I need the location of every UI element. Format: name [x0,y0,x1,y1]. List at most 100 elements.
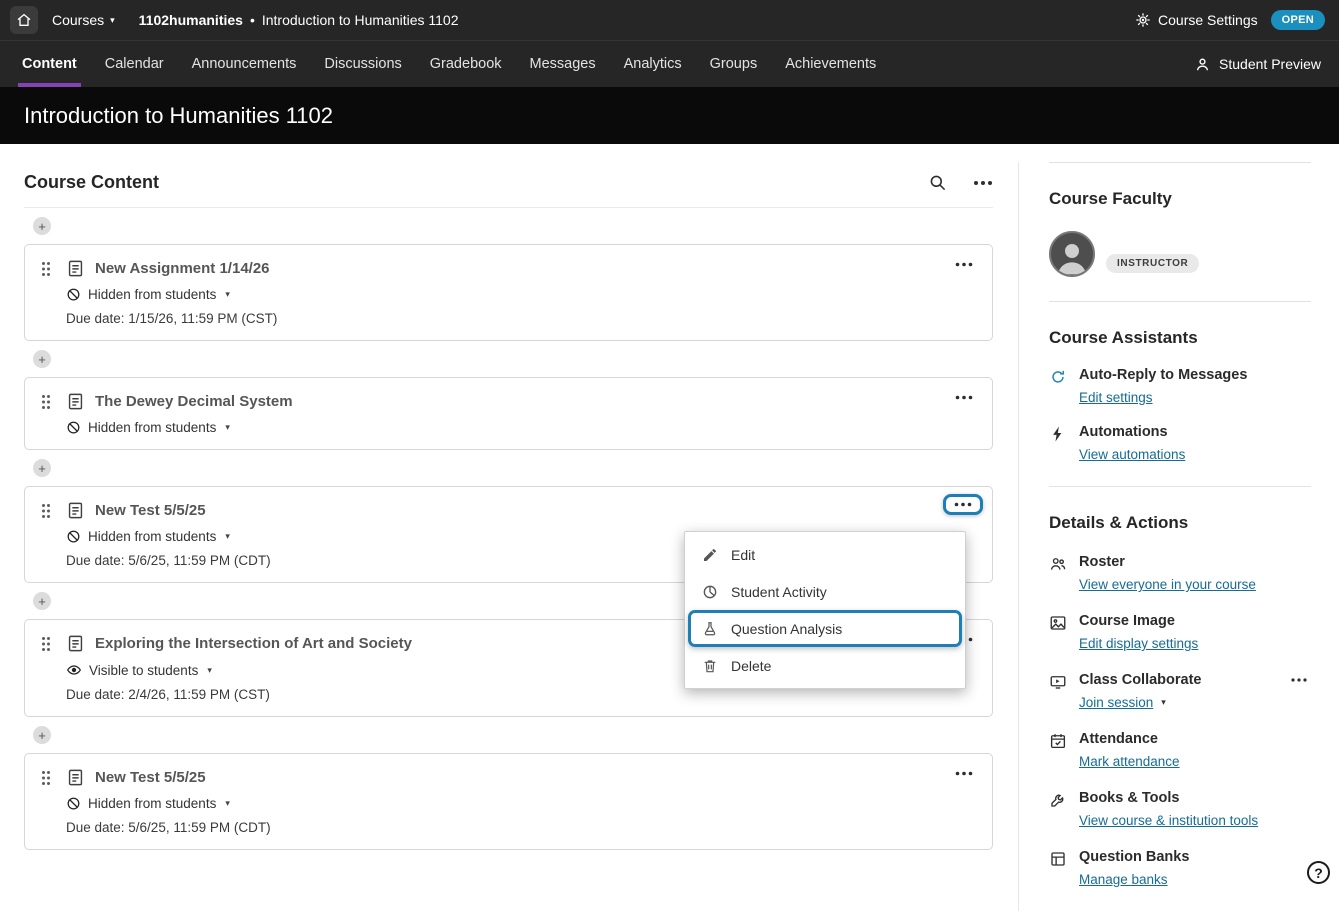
assistants-heading: Course Assistants [1049,328,1311,348]
course-content-column: Course Content + [24,144,993,911]
detail-entry-collaborate: Class Collaborate Join session ▾ [1049,672,1311,710]
student-preview-icon [1194,56,1211,73]
course-institution-tools-link[interactable]: View course & institution tools [1079,813,1258,828]
visibility-label: Hidden from students [88,287,216,302]
roster-link[interactable]: View everyone in your course [1079,577,1256,592]
chevron-down-icon: ▾ [225,798,230,809]
tab-gradebook[interactable]: Gradebook [416,41,516,87]
join-session-link[interactable]: Join session [1079,695,1153,710]
plus-icon: + [38,353,46,366]
chevron-down-icon: ▾ [207,665,212,676]
menu-item-label: Edit [731,547,755,563]
assistant-entry: Automations View automations [1049,424,1311,462]
add-content-button[interactable]: + [33,217,51,235]
add-content-button[interactable]: + [33,459,51,477]
tab-analytics[interactable]: Analytics [610,41,696,87]
top-bar: Courses ▾ 1102humanities • Introduction … [0,0,1339,40]
course-settings-label: Course Settings [1158,12,1258,28]
visibility-dropdown[interactable]: Hidden from students ▾ [66,796,976,811]
course-settings-button[interactable]: Course Settings [1135,12,1258,28]
item-options-button-selected[interactable] [943,494,983,515]
tab-messages[interactable]: Messages [516,41,610,87]
gear-icon [1135,12,1151,28]
courses-menu-button[interactable]: Courses ▾ [52,12,115,28]
tab-content[interactable]: Content [8,41,91,87]
student-preview-button[interactable]: Student Preview [1194,41,1331,87]
ellipsis-icon [955,771,973,776]
detail-title: Books & Tools [1079,790,1311,806]
lightning-icon [1049,424,1068,462]
menu-item-edit[interactable]: Edit [685,536,965,573]
mark-attendance-link[interactable]: Mark attendance [1079,754,1180,769]
add-content-button[interactable]: + [33,350,51,368]
detail-title: Attendance [1079,731,1311,747]
tab-discussions[interactable]: Discussions [310,41,415,87]
item-options-button[interactable] [950,390,978,405]
visibility-dropdown[interactable]: Hidden from students ▾ [66,287,976,302]
hidden-icon [66,420,81,435]
wrench-icon [1049,790,1068,828]
drag-handle-icon[interactable] [41,636,53,652]
search-button[interactable] [928,173,947,192]
edit-display-settings-link[interactable]: Edit display settings [1079,636,1198,651]
chevron-down-icon: ▾ [1161,698,1166,707]
tab-strip: Content Calendar Announcements Discussio… [8,41,890,87]
course-sidebar: Course Faculty INSTRUCTOR Course Assista… [1018,162,1315,911]
content-item-card: New Assignment 1/14/26 Hidden from stude… [24,244,993,341]
item-options-button[interactable] [950,257,978,272]
drag-handle-icon[interactable] [41,261,53,277]
document-icon [66,768,85,787]
home-button[interactable] [10,6,38,34]
manage-banks-link[interactable]: Manage banks [1079,872,1168,887]
detail-entry-books-tools: Books & Tools View course & institution … [1049,790,1311,828]
content-item-card-active: New Test 5/5/25 Hidden from students ▾ D… [24,486,993,583]
due-date: Due date: 5/6/25, 11:59 PM (CDT) [66,820,976,835]
menu-item-label: Student Activity [731,584,827,600]
edit-settings-link[interactable]: Edit settings [1079,390,1153,405]
question-mark-icon: ? [1314,865,1323,881]
drag-handle-icon[interactable] [41,394,53,410]
item-title-link[interactable]: New Test 5/5/25 [95,502,206,519]
item-title-link[interactable]: New Test 5/5/25 [95,769,206,786]
banks-icon [1049,849,1068,887]
plus-icon: + [38,595,46,608]
assistant-entry: Auto-Reply to Messages Edit settings [1049,367,1311,405]
item-title-link[interactable]: The Dewey Decimal System [95,393,293,410]
document-icon [66,392,85,411]
hidden-icon [66,287,81,302]
tab-announcements[interactable]: Announcements [178,41,311,87]
tab-groups[interactable]: Groups [696,41,772,87]
item-title-link[interactable]: Exploring the Intersection of Art and So… [95,635,412,652]
visibility-label: Visible to students [89,663,198,678]
add-content-button[interactable]: + [33,726,51,744]
drag-handle-icon[interactable] [41,503,53,519]
tab-calendar[interactable]: Calendar [91,41,178,87]
assistant-title: Auto-Reply to Messages [1079,367,1311,383]
breadcrumb-separator: • [250,12,255,28]
course-faculty-section: Course Faculty INSTRUCTOR [1049,162,1311,301]
add-content-button[interactable]: + [33,592,51,610]
document-icon [66,634,85,653]
content-options-button[interactable] [973,180,993,186]
help-button[interactable]: ? [1307,861,1330,884]
menu-item-question-analysis[interactable]: Question Analysis [688,610,962,647]
drag-handle-icon[interactable] [41,770,53,786]
tab-achievements[interactable]: Achievements [771,41,890,87]
menu-item-delete[interactable]: Delete [685,647,965,684]
open-status-badge[interactable]: OPEN [1271,10,1325,30]
breadcrumb: 1102humanities • Introduction to Humanit… [139,12,459,28]
due-date: Due date: 1/15/26, 11:59 PM (CST) [66,311,976,326]
view-automations-link[interactable]: View automations [1079,447,1185,462]
instructor-avatar [1049,231,1095,277]
menu-item-student-activity[interactable]: Student Activity [685,573,965,610]
detail-title: Roster [1079,554,1311,570]
item-title-link[interactable]: New Assignment 1/14/26 [95,260,270,277]
instructor-role-badge: INSTRUCTOR [1106,254,1199,273]
chevron-down-icon: ▾ [225,531,230,542]
collaborate-options-button[interactable] [1287,676,1311,684]
visibility-dropdown[interactable]: Hidden from students ▾ [66,420,976,435]
item-options-button[interactable] [950,766,978,781]
courses-label: Courses [52,12,104,28]
detail-entry-attendance: Attendance Mark attendance [1049,731,1311,769]
menu-item-label: Question Analysis [731,621,842,637]
